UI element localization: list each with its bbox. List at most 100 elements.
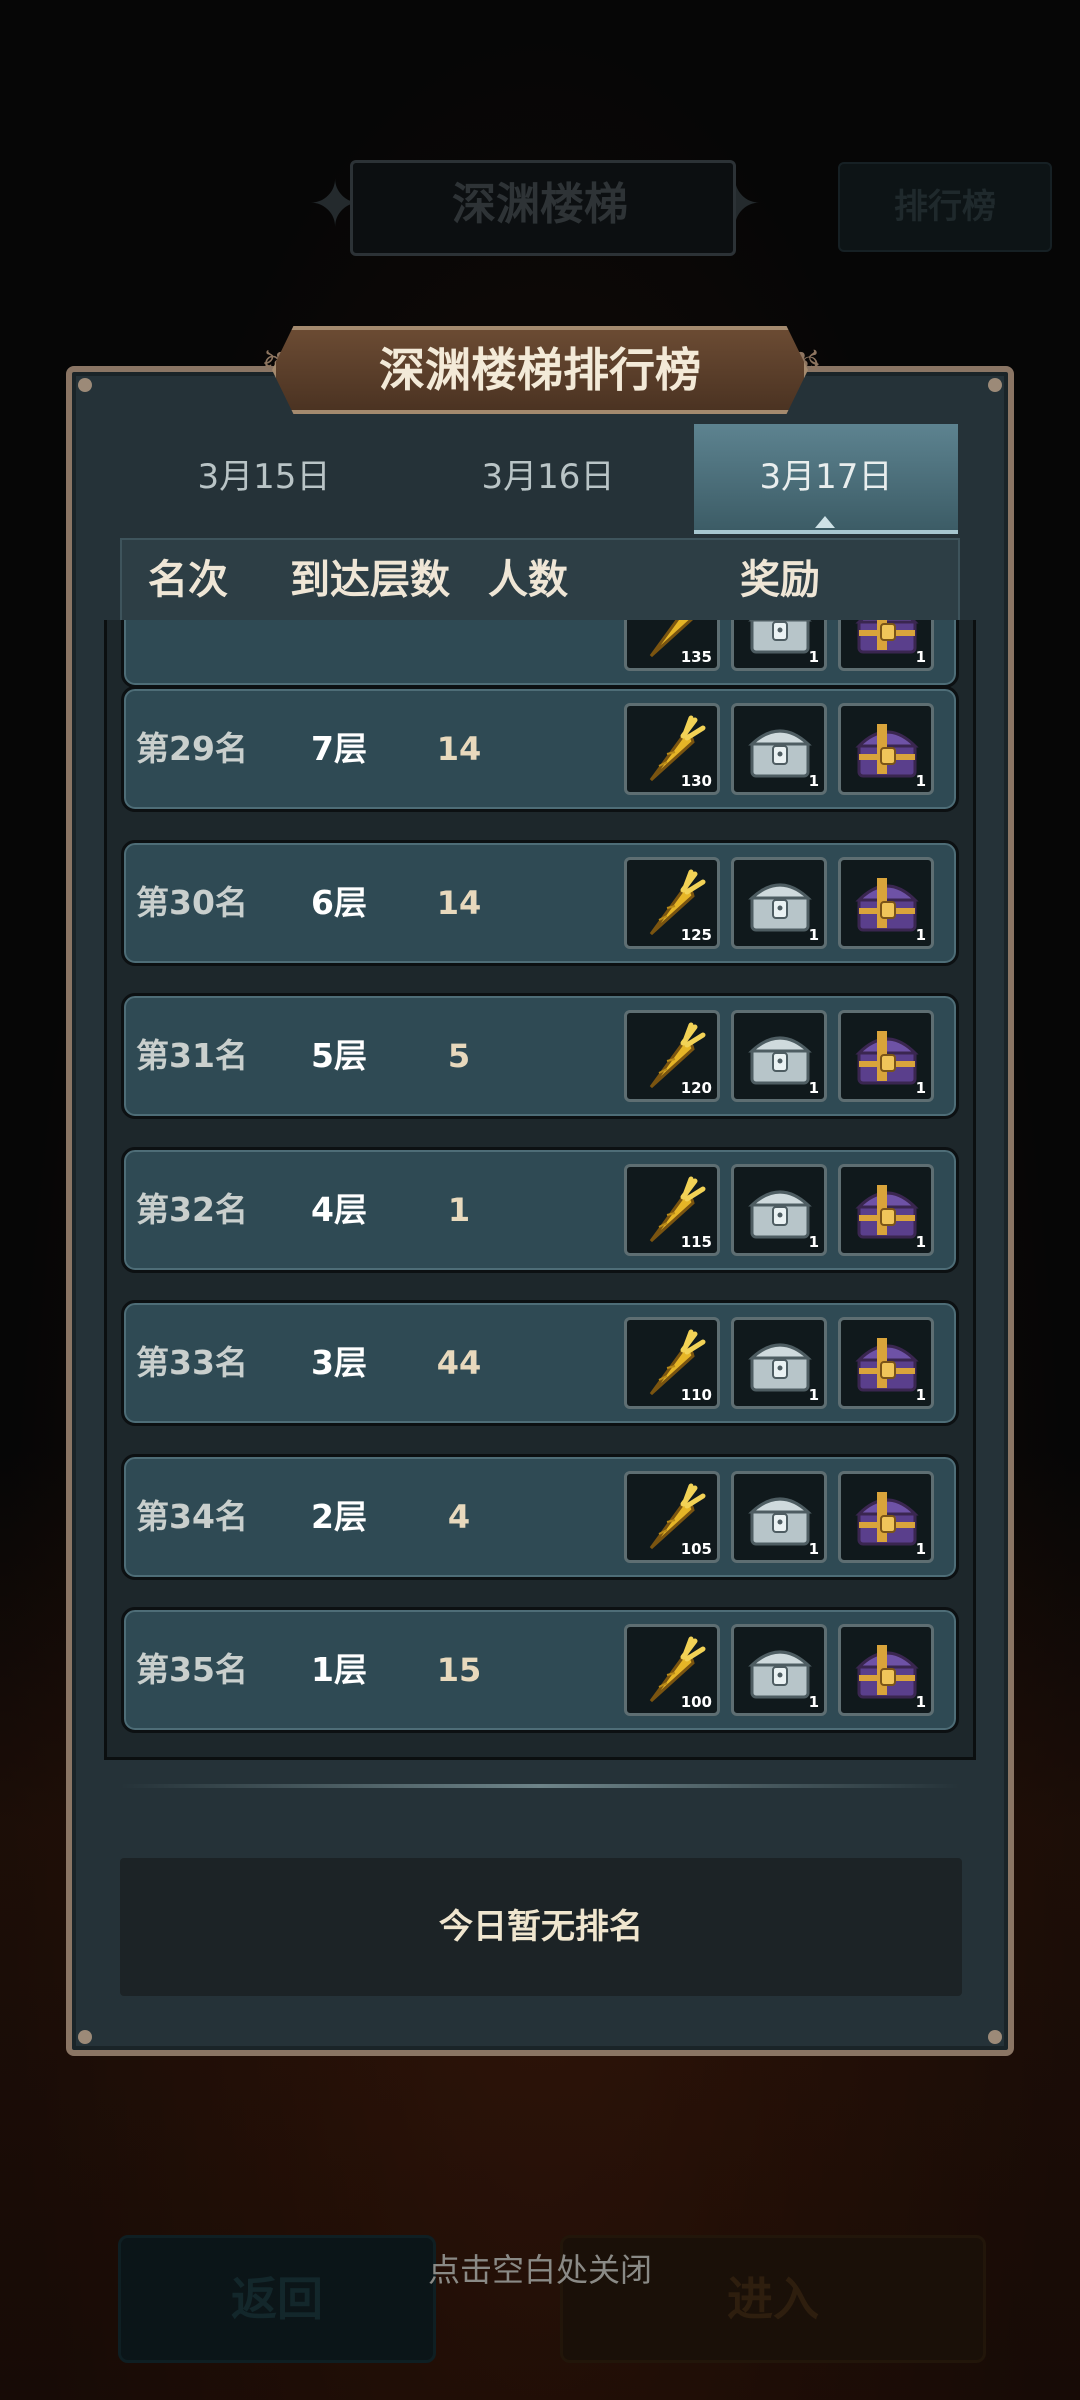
reward-count: 105 (680, 1539, 712, 1558)
rank-label: 第31名 (136, 1036, 248, 1075)
purple-gold-chest-icon (855, 724, 919, 778)
purple-gold-chest-icon (855, 877, 919, 931)
rank-label: 第32名 (136, 1189, 248, 1229)
people-count: 15 (436, 1651, 482, 1689)
background-title: 深渊楼梯 (452, 179, 628, 230)
list-item-partial: 135 1 1 (121, 620, 959, 688)
rank-label: 第29名 (136, 729, 248, 768)
purple-gold-chest-icon (855, 620, 919, 654)
list-item: 第35名 1层 15 100 1 1 (121, 1607, 959, 1733)
ranking-list[interactable]: 135 1 1 第29名 7层 14 130 1 1 第30名 6层 14 125 1 1 第31名 5层… (104, 620, 976, 1760)
floor-value: 7层 (311, 729, 367, 768)
reward-slot-silver-chest[interactable]: 1 (731, 703, 827, 795)
floor-value: 2层 (311, 1496, 367, 1536)
silver-chest-icon (748, 620, 812, 654)
reward-count: 120 (680, 1079, 712, 1097)
list-item: 第33名 3层 44 110 1 1 (121, 1300, 959, 1426)
rank-label: 第34名 (136, 1496, 248, 1536)
reward-count: 1 (915, 772, 926, 790)
reward-slot-silver-chest[interactable]: 1 (731, 1470, 827, 1563)
corner-rivet-icon (988, 378, 1002, 392)
purple-gold-chest-icon (855, 1491, 919, 1545)
reward-count: 1 (915, 925, 926, 944)
reward-slot-carrot[interactable]: 120 (624, 1010, 720, 1102)
modal-title: 深渊楼梯排行榜 (379, 343, 701, 397)
reward-count: 115 (680, 1232, 712, 1251)
reward-slot[interactable]: 1 (838, 620, 934, 671)
column-floor: 到达层数 (290, 557, 450, 603)
reward-slot-silver-chest[interactable]: 1 (731, 1624, 827, 1716)
corner-rivet-icon (988, 2030, 1002, 2044)
reward-slot-gold-chest[interactable]: 1 (838, 856, 934, 949)
tab-march-15[interactable]: 3月15日 (126, 424, 402, 534)
reward-count: 125 (680, 925, 712, 944)
reward-slot-silver-chest[interactable]: 1 (731, 1317, 827, 1409)
reward-count: 100 (680, 1693, 712, 1711)
reward-count: 130 (680, 772, 712, 790)
divider (120, 1784, 960, 1788)
reward-count: 1 (808, 1079, 819, 1097)
reward-slot-carrot[interactable]: 125 (624, 856, 720, 949)
column-rank: 名次 (148, 557, 228, 603)
leaderboard-button[interactable]: 排行榜 (838, 162, 1052, 252)
reward-slot-carrot[interactable]: 130 (624, 703, 720, 795)
silver-chest-icon (748, 729, 812, 778)
corner-rivet-icon (78, 378, 92, 392)
my-rank-text: 今日暂无排名 (439, 1907, 643, 1947)
reward-slot-gold-chest[interactable]: 1 (838, 703, 934, 795)
column-reward: 奖励 (740, 557, 820, 603)
reward-count: 110 (680, 1386, 712, 1404)
reward-count: 1 (808, 1539, 819, 1558)
reward-slot-silver-chest[interactable]: 1 (731, 1163, 827, 1256)
people-count: 14 (436, 730, 482, 768)
reward-slot-carrot[interactable]: 105 (624, 1470, 720, 1563)
reward-count: 1 (808, 925, 819, 944)
reward-count: 1 (915, 1232, 926, 1251)
corner-rivet-icon (78, 2030, 92, 2044)
list-item: 第29名 7层 14 130 1 1 (121, 686, 959, 812)
people-count: 5 (447, 1037, 471, 1075)
reward-count: 1 (915, 1693, 926, 1711)
reward-slot-carrot[interactable]: 115 (624, 1163, 720, 1256)
rank-label: 第33名 (136, 1343, 248, 1382)
people-count: 1 (447, 1190, 471, 1229)
reward-count: 1 (915, 648, 926, 666)
column-people: 人数 (488, 557, 568, 603)
reward-slot-gold-chest[interactable]: 1 (838, 1624, 934, 1716)
reward-count: 1 (808, 772, 819, 790)
people-count: 44 (436, 1344, 482, 1382)
reward-slot-gold-chest[interactable]: 1 (838, 1163, 934, 1256)
silver-chest-icon (748, 883, 812, 931)
active-tab-pointer-icon (815, 516, 835, 528)
reward-count: 135 (680, 648, 712, 666)
silver-chest-icon (748, 1650, 812, 1699)
reward-count: 1 (808, 1386, 819, 1404)
close-hint[interactable]: 点击空白处关闭 (0, 2245, 1080, 2295)
list-item: 第32名 4层 1 115 1 1 (121, 1146, 959, 1273)
reward-slot-gold-chest[interactable]: 1 (838, 1010, 934, 1102)
reward-slot-gold-chest[interactable]: 1 (838, 1470, 934, 1563)
purple-gold-chest-icon (855, 1031, 919, 1085)
people-count: 4 (447, 1497, 471, 1536)
reward-slot-gold-chest[interactable]: 1 (838, 1317, 934, 1409)
reward-slot-carrot[interactable]: 110 (624, 1317, 720, 1409)
rank-label: 第35名 (136, 1650, 248, 1689)
floor-value: 3层 (311, 1343, 367, 1382)
reward-slot[interactable]: 1 (731, 620, 827, 671)
rank-label: 第30名 (136, 882, 248, 922)
reward-count: 1 (808, 1693, 819, 1711)
silver-chest-icon (748, 1343, 812, 1392)
floor-value: 6层 (311, 882, 367, 922)
reward-slot-carrot[interactable]: 100 (624, 1624, 720, 1716)
silver-chest-icon (748, 1036, 812, 1085)
reward-slot-silver-chest[interactable]: 1 (731, 1010, 827, 1102)
purple-gold-chest-icon (855, 1338, 919, 1392)
floor-value: 1层 (311, 1650, 367, 1689)
floor-value: 4层 (311, 1189, 367, 1229)
tab-march-16[interactable]: 3月16日 (410, 424, 686, 534)
reward-count: 1 (915, 1539, 926, 1558)
list-item: 第31名 5层 5 120 1 1 (121, 993, 959, 1119)
reward-slot-silver-chest[interactable]: 1 (731, 856, 827, 949)
reward-slot[interactable]: 135 (624, 620, 720, 671)
list-item: 第30名 6层 14 125 1 1 (121, 839, 959, 966)
